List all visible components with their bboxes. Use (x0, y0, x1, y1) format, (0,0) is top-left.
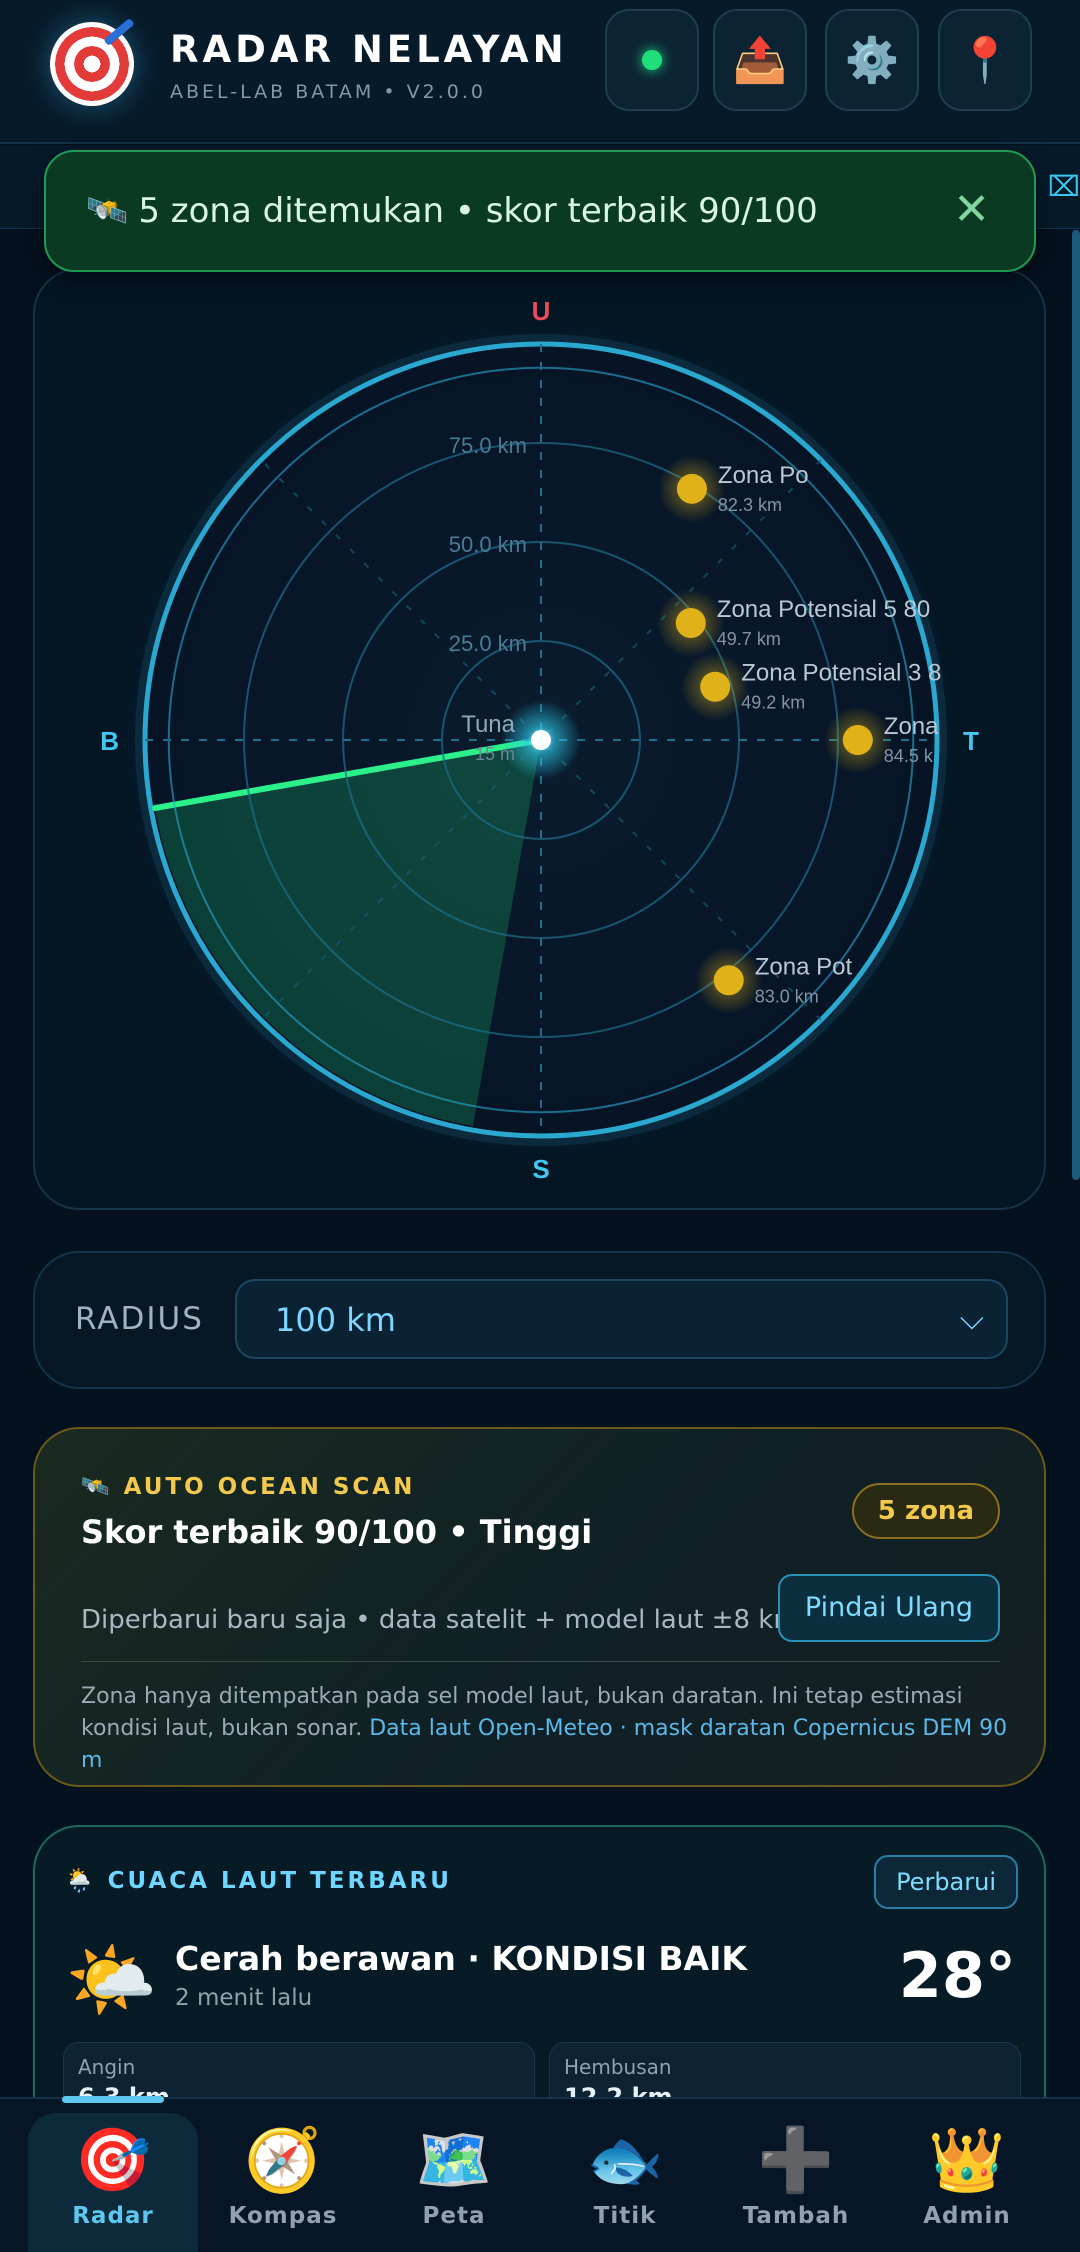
app-header: RADAR NELAYAN ABEL-LAB BATAM • V2.0.0 📤 … (0, 0, 1080, 144)
nav-peta[interactable]: 🗺️ Peta (369, 2113, 539, 2252)
active-tab-indicator (62, 2096, 164, 2103)
settings-button[interactable]: ⚙️ (825, 9, 919, 111)
crown-icon: 👑 (928, 2123, 1006, 2196)
center-label: Tuna (461, 711, 515, 738)
zone-distance: 84.5 k (884, 746, 934, 766)
weather-kicker: 🌦️ CUACA LAUT TERBARU (65, 1868, 452, 1894)
refresh-weather-button[interactable]: Perbarui (874, 1855, 1018, 1909)
scan-result-toast: 🛰️ 5 zona ditemukan • skor terbaik 90/10… (44, 150, 1036, 272)
compass-east: T (963, 726, 979, 756)
nav-titik[interactable]: 🐟 Titik (540, 2113, 710, 2252)
zone-label: Zona Pot (755, 953, 853, 980)
compass-west: B (100, 726, 119, 756)
radar-panel: 25.0 km 50.0 km 75.0 km U S T B Zona Po 82.3 km Z… (33, 268, 1046, 1210)
range-label: 25.0 km (449, 631, 527, 656)
nav-label: Kompas (228, 2203, 338, 2229)
plus-icon: ➕ (757, 2123, 835, 2196)
rescan-button[interactable]: Pindai Ulang (778, 1574, 1000, 1642)
connection-status-button[interactable] (605, 9, 699, 111)
fish-icon: 🐟 (586, 2123, 664, 2196)
zone-distance: 49.2 km (741, 693, 805, 713)
scan-title: Skor terbaik 90/100 • Tinggi (81, 1513, 593, 1551)
status-dot-icon (642, 50, 662, 70)
scan-kicker: 🛰️ AUTO OCEAN SCAN (81, 1474, 416, 1500)
center-sublabel: 15 m (475, 744, 515, 764)
toast-message: 5 zona ditemukan • skor terbaik 90/100 (138, 191, 818, 231)
target-icon: 🎯 (74, 2123, 152, 2196)
nav-label: Admin (923, 2203, 1011, 2229)
nav-kompas[interactable]: 🧭 Kompas (198, 2113, 368, 2252)
zone-count-badge: 5 zona (851, 1483, 1000, 1539)
radius-selected-value: 100 km (275, 1301, 396, 1339)
range-label: 75.0 km (449, 433, 527, 458)
nav-label: Tambah (742, 2203, 850, 2229)
nav-radar[interactable]: 🎯 Radar (28, 2113, 198, 2252)
divider (81, 1661, 1000, 1662)
zone-distance: 49.7 km (717, 629, 781, 649)
gust-label: Hembusan (564, 2055, 672, 2079)
compass-icon: 🧭 (244, 2123, 322, 2196)
location-button[interactable]: 📍 (938, 9, 1032, 111)
compass-north: U (532, 296, 551, 326)
weather-updated-time: 2 menit lalu (175, 1985, 313, 2011)
zone-marker[interactable] (675, 607, 706, 638)
nav-label: Peta (422, 2203, 486, 2229)
pin-icon: 📍 (957, 35, 1013, 86)
range-label: 50.0 km (449, 532, 527, 557)
zone-distance: 82.3 km (718, 495, 782, 515)
auto-ocean-scan-card: 🛰️ AUTO OCEAN SCAN Skor terbaik 90/100 •… (33, 1427, 1046, 1787)
outbox-tray-icon: 📤 (732, 35, 788, 86)
nav-admin[interactable]: 👑 Admin (882, 2113, 1052, 2252)
nav-label: Titik (593, 2203, 657, 2229)
gear-icon: ⚙️ (844, 35, 900, 86)
zone-marker[interactable] (713, 965, 744, 996)
page-scrollbar[interactable] (1072, 230, 1080, 1180)
nav-tambah[interactable]: ➕ Tambah (711, 2113, 881, 2252)
zone-distance: 83.0 km (755, 986, 819, 1006)
sun-cloud-icon: 🌤️ (65, 1937, 158, 2023)
app-subtitle: ABEL-LAB BATAM • V2.0.0 (170, 81, 486, 103)
boat-position-marker (531, 730, 551, 750)
radar-display[interactable]: 25.0 km 50.0 km 75.0 km U S T B Zona Po 82.3 km Z… (35, 270, 1046, 1210)
temperature: 28° (898, 1939, 1016, 2012)
scan-disclaimer: Zona hanya ditempatkan pada sel model la… (81, 1681, 1011, 1777)
close-icon[interactable]: ✕ (953, 184, 990, 235)
bottom-navigation: 🎯 Radar 🧭 Kompas 🗺️ Peta 🐟 Titik ➕ Tamba… (0, 2097, 1080, 2252)
zone-marker[interactable] (700, 671, 731, 702)
target-logo-icon (50, 22, 134, 106)
radius-label: RADIUS (75, 1301, 204, 1337)
zone-marker[interactable] (842, 725, 873, 755)
radius-select[interactable]: 100 km ⌵ (235, 1279, 1008, 1359)
scan-updated-text: Diperbarui baru saja • data satelit + mo… (81, 1605, 799, 1635)
zone-label: Zona Potensial 5 80 (717, 596, 930, 623)
zone-label: Zona Po (718, 462, 809, 489)
app-title: RADAR NELAYAN (170, 28, 568, 71)
weather-condition: Cerah berawan · KONDISI BAIK (175, 1939, 747, 1978)
compass-south: S (532, 1154, 549, 1184)
zone-label: Zona Potensial 3 8 (741, 660, 941, 687)
wind-label: Angin (78, 2055, 136, 2079)
zone-label: Zona (884, 713, 939, 740)
nav-label: Radar (72, 2203, 154, 2229)
export-button[interactable]: 📤 (713, 9, 807, 111)
chevron-down-icon: ⌵ (959, 1299, 984, 1337)
radius-panel: RADIUS 100 km ⌵ (33, 1251, 1046, 1389)
map-icon: 🗺️ (415, 2123, 493, 2196)
satellite-icon: 🛰️ (86, 191, 129, 231)
zone-marker[interactable] (676, 473, 707, 504)
